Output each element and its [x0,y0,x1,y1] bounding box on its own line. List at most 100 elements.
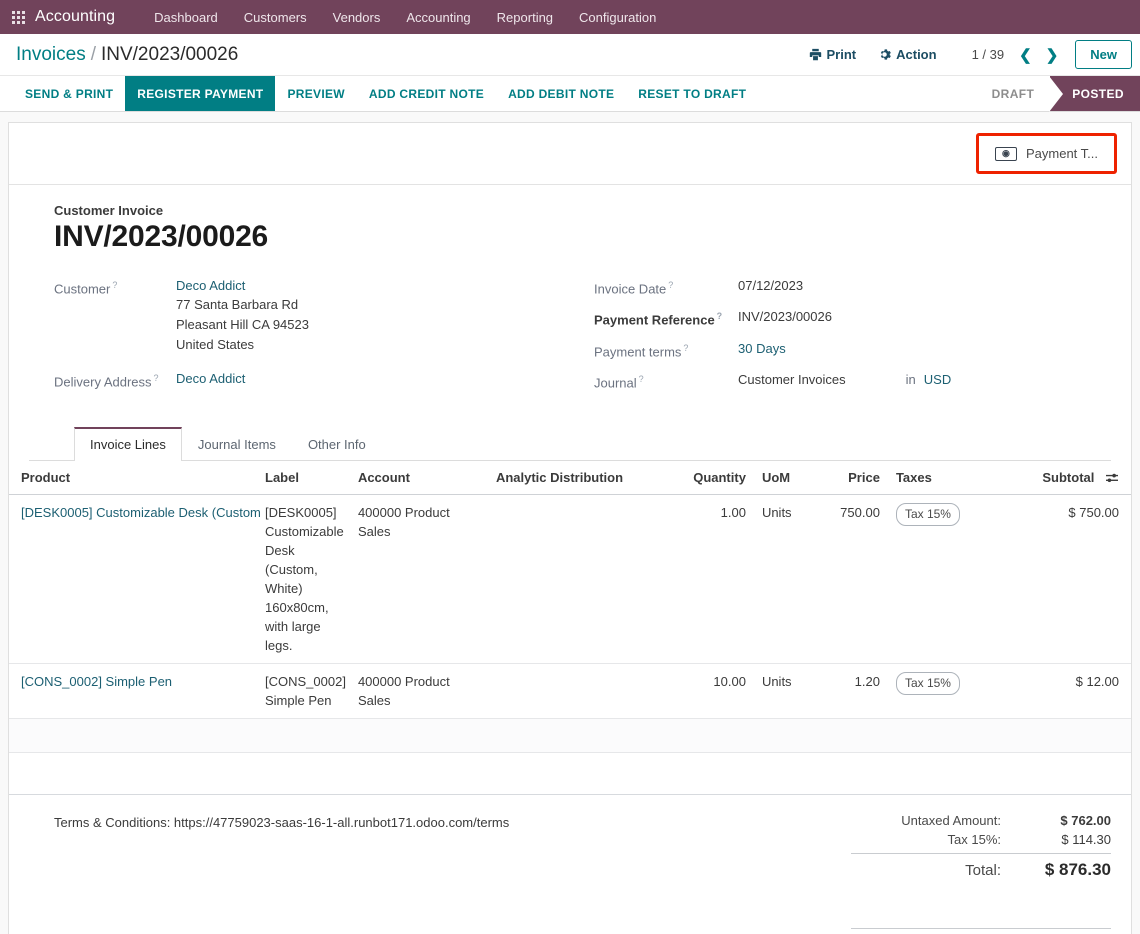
untaxed-amount-label: Untaxed Amount: [901,813,1001,829]
journal-value[interactable]: Customer Invoices [738,370,846,392]
menu-configuration[interactable]: Configuration [566,4,669,31]
menu-dashboard[interactable]: Dashboard [141,4,231,31]
cell-account[interactable]: 400000 Product Sales [351,663,490,720]
add-line-row[interactable] [9,718,1131,754]
preview-button[interactable]: PREVIEW [275,76,356,111]
field-customer: Customer? Deco Addict 77 Santa Barbara R… [54,276,574,355]
cell-uom[interactable]: Units [751,494,814,665]
tab-other-info[interactable]: Other Info [292,427,382,461]
page-title: INV/2023/00026 [54,220,269,253]
col-price[interactable]: Price [813,461,886,496]
terms-and-conditions[interactable]: Terms & Conditions: https://47759023-saa… [29,811,851,934]
add-debit-note-button[interactable]: ADD DEBIT NOTE [496,76,626,111]
add-line-cell[interactable] [9,718,1131,754]
col-label[interactable]: Label [259,461,352,496]
col-account[interactable]: Account [351,461,490,496]
tax-value: $ 114.30 [1061,832,1111,848]
chevron-right-icon[interactable]: ❯ [1039,44,1066,66]
field-journal: Journal? Customer Invoices in USD [594,370,1111,392]
field-payment-terms-label: Payment terms? [594,339,716,361]
chevron-left-icon[interactable]: ❮ [1012,44,1039,66]
field-journal-label: Journal? [594,370,716,392]
action-button[interactable]: Action [867,42,947,67]
total-row: Total: $ 876.30 [851,853,1111,882]
field-delivery-address-label: Delivery Address? [54,369,176,391]
help-icon[interactable]: ? [154,373,159,383]
pager-counter[interactable]: 1 / 39 [972,47,1005,62]
cell-analytic-distribution[interactable] [489,663,680,720]
breadcrumb-invoices[interactable]: Invoices [16,44,86,66]
menu-reporting[interactable]: Reporting [484,4,566,31]
control-panel-actions: Print Action 1 / 39 ❮ ❯ New [798,40,1132,69]
currency-value[interactable]: USD [924,370,951,392]
product-link[interactable]: [DESK0005] Customizable Desk (Custom, Wh… [21,503,261,522]
field-payment-reference-label: Payment Reference? [594,307,722,329]
untaxed-amount-value: $ 762.00 [1060,813,1111,829]
amount-due-row: Amount Due?: $ 876.30 [851,928,1111,934]
cell-label[interactable]: [CONS_0002] Simple Pen [259,663,352,720]
tax-badge: Tax 15% [895,503,960,527]
register-payment-button[interactable]: REGISTER PAYMENT [125,76,276,111]
add-credit-note-button[interactable]: ADD CREDIT NOTE [357,76,496,111]
help-icon[interactable]: ? [668,280,673,290]
payment-terms-value[interactable]: 30 Days [738,339,786,361]
print-button[interactable]: Print [798,42,868,67]
sheet-body: Customer Invoice INV/2023/00026 Customer… [9,185,1131,462]
col-uom[interactable]: UoM [751,461,814,496]
table-header-row: Product Label Account Analytic Distribut… [9,461,1131,496]
cell-quantity[interactable]: 10.00 [679,663,752,720]
header-fields-right: Invoice Date? 07/12/2023 Payment Referen… [574,276,1111,401]
menu-vendors[interactable]: Vendors [320,4,394,31]
help-icon[interactable]: ? [717,311,723,321]
send-and-print-button[interactable]: SEND & PRINT [13,76,125,111]
tab-journal-items[interactable]: Journal Items [182,427,292,461]
total-value: $ 876.30 [1044,860,1111,880]
new-button[interactable]: New [1075,40,1132,69]
cell-label[interactable]: [DESK0005] Customizable Desk (Custom, Wh… [259,494,352,665]
reset-to-draft-button[interactable]: RESET TO DRAFT [626,76,758,111]
payment-smart-button[interactable]: ◉ Payment T... [985,140,1108,167]
form-scroll-area[interactable]: ◉ Payment T... Customer Invoice INV/2023… [0,112,1140,934]
status-draft[interactable]: DRAFT [973,76,1051,111]
money-bill-icon: ◉ [994,146,1017,161]
cell-product[interactable]: [CONS_0002] Simple Pen [9,663,261,720]
product-link[interactable]: [CONS_0002] Simple Pen [21,672,261,691]
app-brand-accounting[interactable]: Accounting [35,8,115,26]
menu-customers[interactable]: Customers [231,4,320,31]
help-icon[interactable]: ? [683,343,688,353]
cell-taxes[interactable]: Tax 15% [885,663,982,720]
cell-price[interactable]: 1.20 [813,663,886,720]
col-quantity[interactable]: Quantity [679,461,752,496]
invoice-date-value[interactable]: 07/12/2023 [738,276,803,298]
menu-accounting[interactable]: Accounting [393,4,483,31]
customer-link[interactable]: Deco Addict [176,276,309,295]
tax-label[interactable]: Tax 15%: [948,832,1015,847]
col-product[interactable]: Product [9,461,259,496]
payment-reference-value[interactable]: INV/2023/00026 [738,307,832,329]
table-row[interactable]: [CONS_0002] Simple Pen [CONS_0002] Simpl… [9,663,1131,720]
cell-quantity[interactable]: 1.00 [679,494,752,665]
status-posted[interactable]: POSTED [1049,76,1140,112]
help-icon[interactable]: ? [639,374,644,384]
control-panel-buttons: SEND & PRINT REGISTER PAYMENT PREVIEW AD… [0,76,1140,112]
col-analytic-distribution[interactable]: Analytic Distribution [489,461,680,496]
delivery-address-link[interactable]: Deco Addict [176,369,245,391]
printer-icon [809,48,821,61]
cell-account[interactable]: 400000 Product Sales [351,494,490,665]
col-subtotal[interactable]: Subtotal [981,461,1131,496]
cell-taxes[interactable]: Tax 15% [885,494,982,665]
customer-address-line-2: Pleasant Hill CA 94523 [176,317,309,332]
empty-cell [9,752,1131,796]
help-icon[interactable]: ? [112,280,117,290]
cell-analytic-distribution[interactable] [489,494,680,665]
col-subtotal-label: Subtotal [1042,470,1095,486]
table-row[interactable]: [DESK0005] Customizable Desk (Custom, Wh… [9,494,1131,665]
total-untaxed-row: Untaxed Amount: $ 762.00 [851,811,1111,830]
sliders-icon[interactable] [1105,473,1119,485]
cell-uom[interactable]: Units [751,663,814,720]
apps-grid-icon[interactable] [12,10,25,24]
tab-invoice-lines[interactable]: Invoice Lines [74,427,182,462]
col-taxes[interactable]: Taxes [885,461,982,496]
cell-price[interactable]: 750.00 [813,494,886,665]
cell-product[interactable]: [DESK0005] Customizable Desk (Custom, Wh… [9,494,261,665]
